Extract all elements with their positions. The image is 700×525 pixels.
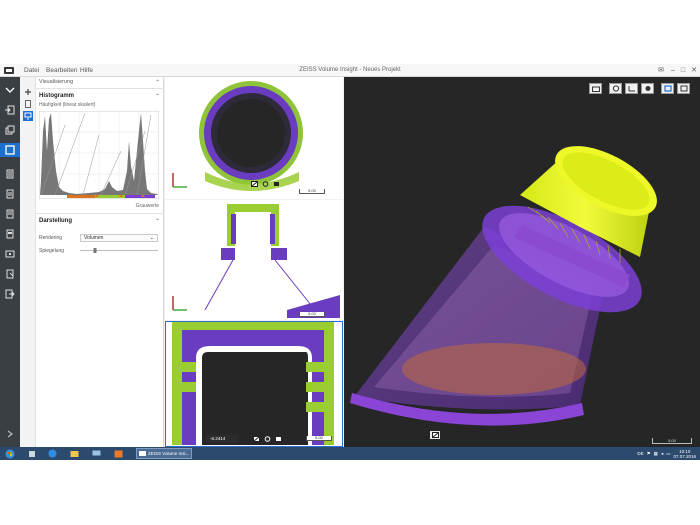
- settings-icon[interactable]: [272, 181, 280, 187]
- battery-icon[interactable]: ▭: [666, 451, 670, 457]
- windows-taskbar: ZEISS Volume Insi... DE ⚑ ▦ ◂ ▭ 10:10 07…: [0, 447, 700, 460]
- left-toolbar: [0, 77, 20, 447]
- bottle-volume-render: [350, 146, 657, 426]
- scale-bar-3d: 5.00: [652, 438, 692, 444]
- slice-view-front[interactable]: -6.2414 5.00: [165, 321, 343, 447]
- slice-view-top[interactable]: 5.00: [165, 77, 343, 199]
- histogram-chart[interactable]: [39, 111, 159, 199]
- target-icon[interactable]: [641, 83, 654, 94]
- browser-icon[interactable]: [44, 448, 60, 459]
- system-tray: DE ⚑ ▦ ◂ ▭ 10:10 07.07.2016: [637, 448, 696, 459]
- panel-content: Visualisierung ⌃ Histogramm ⌃ Häufigkeit…: [36, 77, 164, 447]
- window-title: ZEISS Volume Insight - Neues Projekt: [299, 67, 401, 73]
- volume-icon[interactable]: ◂: [661, 451, 663, 457]
- histogram-x-label: Grauwerte: [135, 203, 159, 209]
- rendering-label: Rendering: [39, 235, 63, 241]
- mirror-slider[interactable]: [80, 248, 158, 253]
- layers-icon[interactable]: [3, 123, 17, 137]
- language-indicator[interactable]: DE: [637, 451, 643, 456]
- taskbar-app-zeiss[interactable]: ZEISS Volume Insi...: [136, 448, 192, 459]
- mirror-label: Spiegelung: [39, 248, 65, 254]
- scale-bar-front: 5.00: [306, 436, 332, 441]
- import-icon[interactable]: [3, 103, 17, 117]
- start-button-icon[interactable]: [2, 448, 18, 459]
- settings-icon[interactable]: [274, 436, 282, 442]
- slice-image-side: [172, 204, 340, 318]
- slice-image-front: [166, 322, 341, 445]
- crop-icon[interactable]: [250, 181, 258, 187]
- rotate-icon[interactable]: [263, 436, 271, 442]
- settings-app-icon[interactable]: [24, 448, 40, 459]
- minimize-button[interactable]: –: [668, 66, 678, 75]
- chevron-down-icon: ⌄: [149, 235, 154, 241]
- network-icon[interactable]: ▦: [654, 451, 658, 457]
- maximize-button[interactable]: □: [678, 66, 688, 75]
- volume-3d-view[interactable]: 5.00: [344, 77, 700, 447]
- histogram-subtitle: Häufigkeit (linear skaliert): [39, 102, 96, 108]
- scale-bar-side: 5.00: [299, 312, 325, 317]
- rendering-value: Volumen: [84, 235, 104, 241]
- rotate-icon[interactable]: [261, 181, 269, 187]
- clock[interactable]: 10:10 07.07.2016: [673, 449, 696, 459]
- crop-icon[interactable]: [430, 431, 440, 439]
- visualization-tool-icon[interactable]: [0, 143, 20, 157]
- rotate-icon[interactable]: [609, 83, 622, 94]
- media-player-icon[interactable]: [110, 448, 126, 459]
- display-title: Darstellung: [39, 218, 73, 224]
- camera-icon[interactable]: [589, 83, 602, 94]
- divider: [36, 213, 164, 214]
- expand-chevron-icon[interactable]: [3, 427, 17, 441]
- chevron-up-icon[interactable]: ⌃: [155, 79, 160, 86]
- view-3d-toolbar: [589, 83, 690, 94]
- display-collapse-icon[interactable]: ⌃: [155, 218, 160, 225]
- axes-icon[interactable]: [625, 83, 638, 94]
- fullscreen-icon[interactable]: [677, 83, 690, 94]
- divider: [36, 88, 164, 89]
- page-icon[interactable]: [23, 99, 33, 109]
- mail-icon[interactable]: ✉: [656, 66, 666, 75]
- exit-icon[interactable]: [3, 287, 17, 301]
- slice-coordinate-value: -6.2414: [210, 436, 226, 441]
- application-window: Datei Bearbeiten Hilfe ZEISS Volume Insi…: [0, 64, 700, 460]
- title-bar: Datei Bearbeiten Hilfe ZEISS Volume Insi…: [0, 64, 700, 77]
- rendering-select[interactable]: Volumen ⌄: [80, 234, 158, 242]
- collapse-chevron-icon[interactable]: [3, 83, 17, 97]
- scale-bar-top: 5.00: [299, 189, 325, 194]
- taskbar-app-label: ZEISS Volume Insi...: [148, 451, 190, 456]
- monitor-app-icon[interactable]: [88, 448, 104, 459]
- histogram-collapse-icon[interactable]: ⌃: [155, 93, 160, 100]
- close-button[interactable]: ✕: [689, 66, 699, 75]
- clock-date: 07.07.2016: [673, 453, 696, 459]
- measurement-list-icon[interactable]: [3, 207, 17, 221]
- panel-icon-strip: [20, 77, 36, 447]
- section-tab-visualisierung[interactable]: Visualisierung: [39, 79, 73, 85]
- view-frame-icon[interactable]: [661, 83, 674, 94]
- document-icon[interactable]: [3, 187, 17, 201]
- export-report-icon[interactable]: [3, 267, 17, 281]
- histogram-title: Histogramm: [39, 93, 75, 99]
- slice-top-tools: [250, 181, 280, 187]
- crop-icon[interactable]: [252, 436, 260, 442]
- presentation-icon[interactable]: [3, 247, 17, 261]
- monitor-icon[interactable]: [23, 111, 33, 121]
- slice-front-tools: [252, 436, 282, 442]
- slice-view-side[interactable]: 5.00: [165, 200, 343, 320]
- flag-icon[interactable]: ⚑: [647, 451, 651, 457]
- visualization-panel: Visualisierung ⌃ Histogramm ⌃ Häufigkeit…: [20, 77, 164, 447]
- analysis-icon[interactable]: [3, 227, 17, 241]
- folder-icon[interactable]: [66, 448, 82, 459]
- add-icon[interactable]: [23, 87, 33, 97]
- report-list-icon[interactable]: [3, 167, 17, 181]
- slice-coordinate-input[interactable]: -6.2414: [206, 435, 238, 443]
